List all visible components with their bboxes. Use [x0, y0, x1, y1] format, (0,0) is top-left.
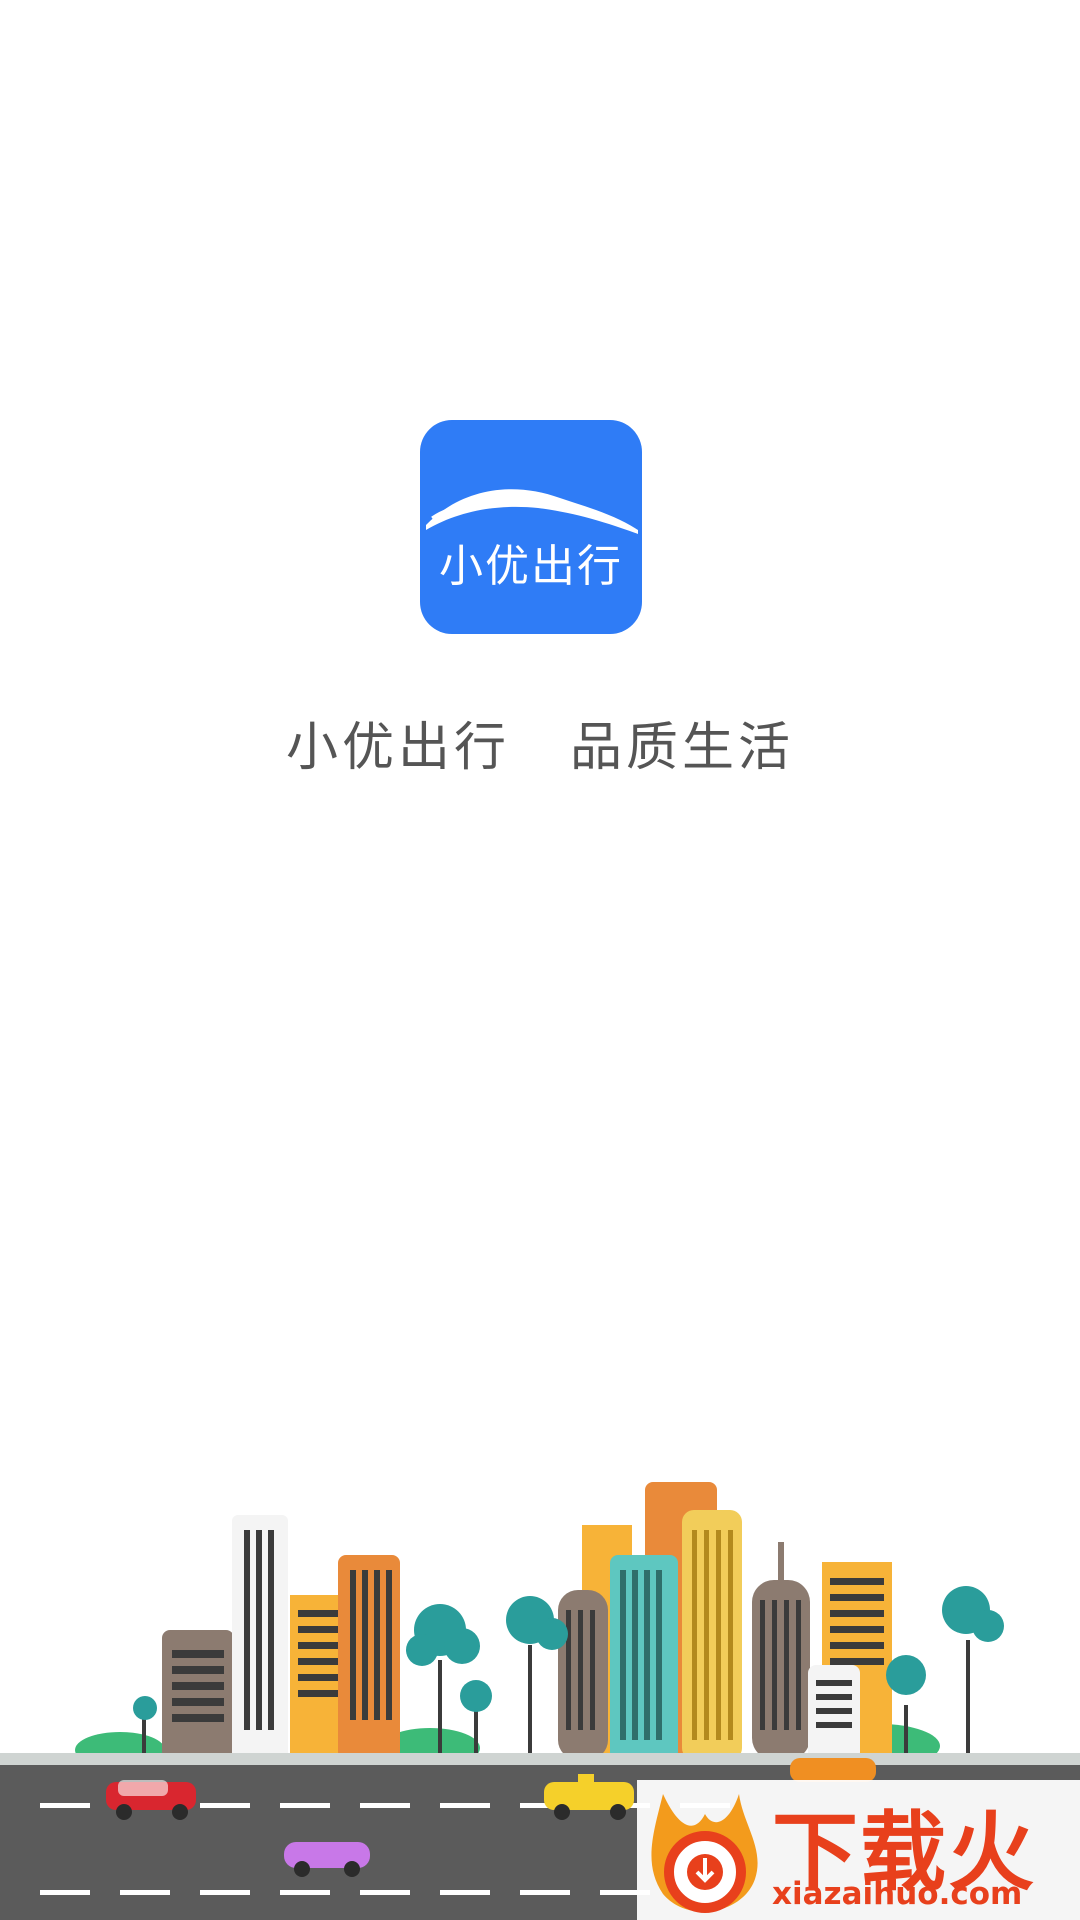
car-roof-icon — [426, 489, 638, 534]
flame-logo-icon — [651, 1794, 758, 1913]
app-icon-label: 小优出行 — [439, 541, 623, 592]
watermark: 下载火 xiazaihuo.com — [637, 1780, 1080, 1920]
slogan-tagline: 品质生活 — [570, 718, 795, 778]
slogan: 小优出行 品质生活 — [0, 705, 1080, 780]
orange-car — [790, 1758, 876, 1782]
app-logo: 小优出行 — [420, 420, 642, 634]
sidewalk — [0, 1753, 1080, 1765]
watermark-url: xiazaihuo.com — [772, 1876, 1023, 1912]
slogan-brand: 小优出行 — [285, 718, 510, 778]
